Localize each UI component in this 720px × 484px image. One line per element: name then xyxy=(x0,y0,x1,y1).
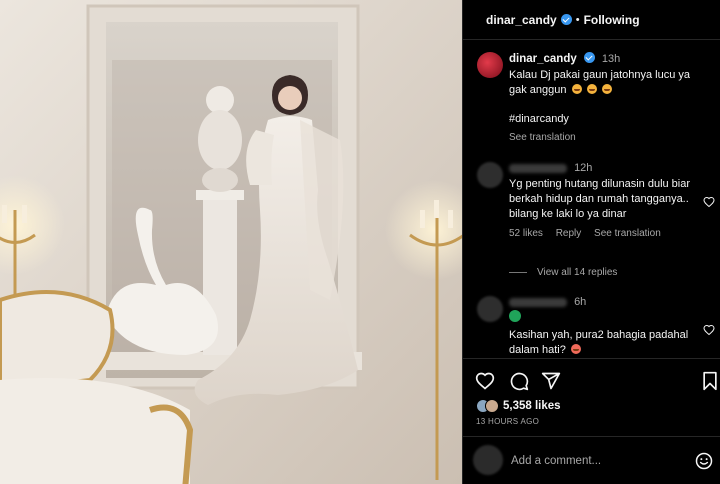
post-header: dinar_candy • Following xyxy=(463,0,720,40)
header-separator: • xyxy=(575,13,580,26)
paper-plane-icon[interactable] xyxy=(541,371,561,391)
see-translation-link[interactable]: See translation xyxy=(509,132,576,143)
laughing-emoji-icon xyxy=(586,84,597,94)
avatar xyxy=(485,399,499,413)
smiley-icon[interactable] xyxy=(695,452,713,470)
avatar xyxy=(473,445,503,475)
verified-badge-icon xyxy=(560,14,572,25)
caption-body: Kalau Dj pakai gaun jatohnya lucu ya gak… xyxy=(509,69,691,96)
following-button[interactable]: Following xyxy=(584,13,640,27)
post-timestamp[interactable]: 13 HOURS AGO xyxy=(476,417,539,426)
caption-time[interactable]: 13h xyxy=(602,53,620,65)
laughing-emoji-icon xyxy=(571,84,582,94)
caption-hashtag[interactable]: #dinarcandy xyxy=(509,112,699,127)
verified-badge-icon xyxy=(583,52,595,63)
comment-text: Yg penting hutang dilunasin dulu biar be… xyxy=(509,178,691,220)
post-side-panel: dinar_candy • Following dinar_candy 13h … xyxy=(462,0,720,484)
view-replies-label: View all 14 replies xyxy=(537,267,618,278)
heart-icon[interactable] xyxy=(475,371,495,391)
heart-icon[interactable] xyxy=(703,324,715,336)
laughing-emoji-icon xyxy=(601,84,612,94)
heart-icon[interactable] xyxy=(703,196,715,208)
comment-time[interactable]: 12h xyxy=(574,162,592,174)
likes-count[interactable]: 5,358 likes xyxy=(503,400,561,412)
blurred-username[interactable] xyxy=(509,297,567,307)
crying-emoji-icon xyxy=(570,344,581,354)
add-comment-bar xyxy=(463,436,720,484)
divider-line xyxy=(509,271,527,273)
comment-bubble-icon[interactable] xyxy=(509,371,529,391)
view-replies-link[interactable]: View all 14 replies xyxy=(509,267,617,278)
header-username[interactable]: dinar_candy xyxy=(486,13,557,27)
comment-time[interactable]: 6h xyxy=(574,296,586,308)
avatar[interactable] xyxy=(477,296,503,322)
see-translation-link[interactable]: See translation xyxy=(594,228,661,239)
likes-row[interactable]: 5,358 likes xyxy=(476,399,561,413)
comment-likes[interactable]: 52 likes xyxy=(509,228,543,239)
avatar[interactable] xyxy=(477,52,503,78)
caption-text: Kalau Dj pakai gaun jatohnya lucu ya gak… xyxy=(509,68,699,98)
blurred-username[interactable] xyxy=(509,163,567,173)
reply-button[interactable]: Reply xyxy=(556,228,582,239)
comment-text: Kasihan yah, pura2 bahagia padahal dalam… xyxy=(509,328,699,358)
add-comment-input[interactable] xyxy=(511,451,686,471)
verified-check-icon xyxy=(509,310,521,322)
caption-username[interactable]: dinar_candy xyxy=(509,53,577,65)
bride-photo-illustration xyxy=(0,0,462,484)
bookmark-icon[interactable] xyxy=(701,371,719,391)
post-photo[interactable] xyxy=(0,0,462,484)
comment-body: Kasihan yah, pura2 bahagia padahal dalam… xyxy=(509,329,689,356)
avatar[interactable] xyxy=(477,162,503,188)
